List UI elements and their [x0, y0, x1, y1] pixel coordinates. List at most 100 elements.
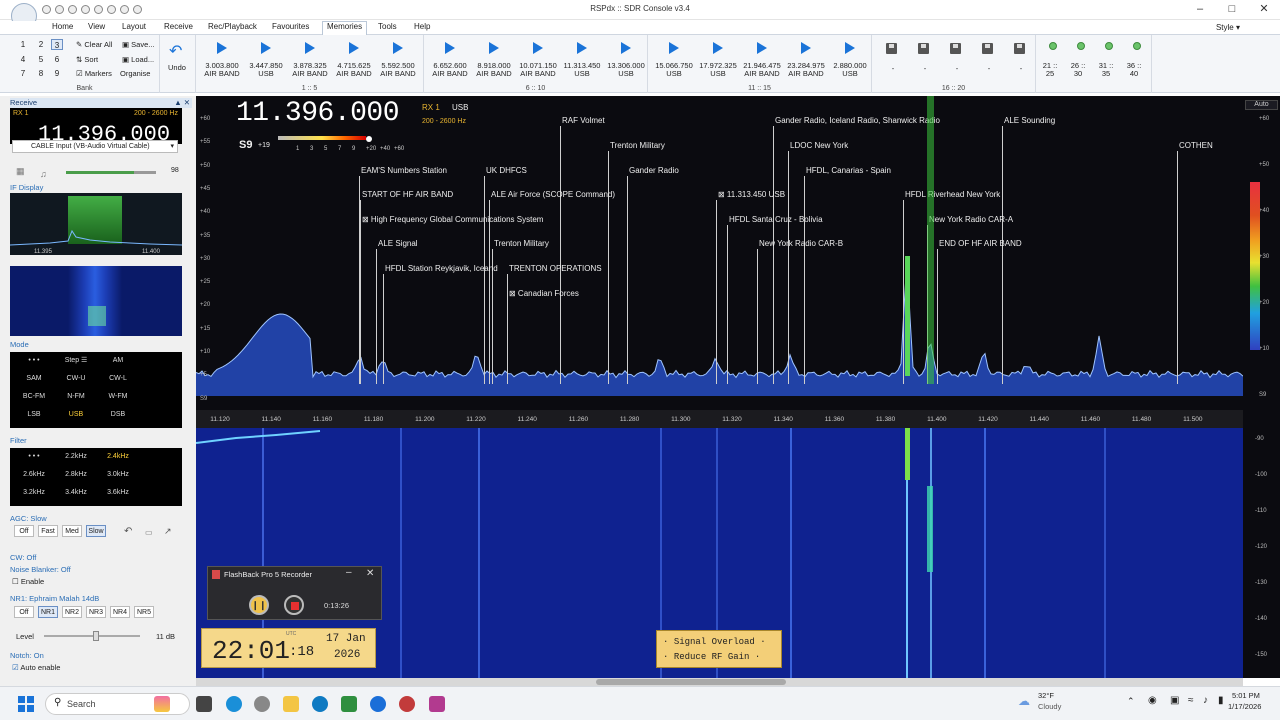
windows-start-icon[interactable]: [18, 696, 34, 712]
agc-button-med[interactable]: Med: [62, 525, 82, 537]
tray-app-icon[interactable]: ◉: [1148, 695, 1157, 706]
settings-gear-icon[interactable]: [254, 696, 270, 712]
mode-header[interactable]: Mode: [10, 340, 192, 350]
bank-5-button[interactable]: 5: [35, 54, 47, 65]
filter-header[interactable]: Filter: [10, 436, 192, 446]
memory-save-icon[interactable]: [918, 43, 929, 54]
frequency-marker-label[interactable]: New York Radio CAR-B: [759, 239, 843, 248]
edge-icon[interactable]: [226, 696, 242, 712]
frequency-marker-label[interactable]: New York Radio CAR-A: [929, 215, 1013, 224]
nr-button-nr1[interactable]: NR1: [38, 606, 58, 618]
organise-button[interactable]: Organise: [120, 69, 150, 78]
memory-play-icon[interactable]: [757, 42, 767, 54]
agc-chart-icon[interactable]: ↗: [164, 526, 172, 537]
edge-browser-icon[interactable]: [312, 696, 328, 712]
memory-slot[interactable]: 13.306.000 USB: [604, 62, 648, 78]
mode-button-dsb[interactable]: DSB: [98, 409, 138, 420]
memory-play-icon[interactable]: [801, 42, 811, 54]
memory-play-icon[interactable]: [713, 42, 723, 54]
memory-slot[interactable]: 2.880.000 USB: [828, 62, 872, 78]
agc-button-off[interactable]: Off: [14, 525, 34, 537]
volume-icon[interactable]: ♪: [1203, 695, 1208, 706]
minimize-button[interactable]: –: [1184, 0, 1216, 20]
if-display-header[interactable]: IF Display: [10, 183, 192, 193]
frequency-marker-label[interactable]: ⊠ High Frequency Global Communications S…: [362, 215, 543, 224]
tab-view[interactable]: View: [84, 22, 109, 31]
filter-button-3-0khz[interactable]: 3.0kHz: [98, 469, 138, 480]
nr-button-nr3[interactable]: NR3: [86, 606, 106, 618]
memory-slot[interactable]: 23.284.975 AIR BAND: [784, 62, 828, 78]
filter-button-3-2khz[interactable]: 3.2kHz: [14, 487, 54, 498]
filter-button-2-8khz[interactable]: 2.8kHz: [56, 469, 96, 480]
frequency-marker-label[interactable]: Gander Radio, Iceland Radio, Shanwick Ra…: [775, 116, 940, 125]
tray-time[interactable]: 5:01 PM: [1232, 691, 1260, 700]
frequency-marker-label[interactable]: COTHEN: [1179, 141, 1213, 150]
spectrum-display[interactable]: +60 +55 +50 +45 +40 +35 +30 +25 +20 +15 +10 +5 S9 11…: [196, 96, 1243, 410]
recorder-minimize-button[interactable]: –: [346, 567, 352, 578]
agc-header[interactable]: AGC: Slow: [10, 514, 192, 524]
bank-3-button[interactable]: 3: [51, 39, 63, 50]
memory-save-icon[interactable]: [950, 43, 961, 54]
nr-button-off[interactable]: Off: [14, 606, 34, 618]
mode-button-step-[interactable]: Step ☰: [56, 355, 96, 366]
filter-button-2-4khz[interactable]: 2.4kHz: [98, 451, 138, 462]
clear-all-button[interactable]: ✎ Clear All: [76, 40, 112, 49]
frequency-marker-label[interactable]: HFDL Santa Cruz - Bolivia: [729, 215, 823, 224]
nb-enable-checkbox[interactable]: ☐ Enable: [12, 577, 44, 586]
memory-slot[interactable]: 21.946.475 AIR BAND: [740, 62, 784, 78]
memory-play-icon[interactable]: [669, 42, 679, 54]
sdr-console-taskbar-icon[interactable]: [399, 696, 415, 712]
nr-level-slider[interactable]: [44, 631, 140, 641]
agc-undo-icon[interactable]: ↶: [124, 526, 132, 537]
signal-overload-warning[interactable]: · Signal Overload · · Reduce RF Gain ·: [656, 630, 782, 668]
memory-play-icon[interactable]: [393, 42, 403, 54]
style-dropdown[interactable]: Style ▾: [1216, 23, 1240, 32]
tray-display-icon[interactable]: ▣: [1170, 695, 1179, 706]
memory-slot[interactable]: 3.878.325 AIR BAND: [288, 62, 332, 78]
weather-condition[interactable]: Cloudy: [1038, 702, 1061, 711]
mode-button-usb[interactable]: USB: [56, 409, 96, 420]
mode-button--[interactable]: • • •: [14, 355, 54, 366]
agc-button-fast[interactable]: Fast: [38, 525, 58, 537]
frequency-marker-label[interactable]: ⊠ Canadian Forces: [509, 289, 579, 298]
recorder-stop-button[interactable]: [284, 595, 304, 615]
mode-button-n-fm[interactable]: N-FM: [56, 391, 96, 402]
file-explorer-icon[interactable]: [283, 696, 299, 712]
tab-rec-playback[interactable]: Rec/Playback: [204, 22, 261, 31]
filter-button-3-4khz[interactable]: 3.4kHz: [56, 487, 96, 498]
memory-save-icon[interactable]: [1014, 43, 1025, 54]
volume-slider[interactable]: [66, 171, 156, 174]
frequency-marker-label[interactable]: Gander Radio: [629, 166, 679, 175]
bank-7-button[interactable]: 7: [17, 68, 29, 79]
nr-button-nr5[interactable]: NR5: [134, 606, 154, 618]
memory-slot[interactable]: 11.313.450 USB: [560, 62, 604, 78]
tab-receive[interactable]: Receive: [160, 22, 197, 31]
frequency-marker-label[interactable]: ALE Sounding: [1004, 116, 1055, 125]
tab-memories[interactable]: Memories: [322, 21, 368, 35]
tray-chevron-icon[interactable]: ⌃: [1127, 696, 1135, 707]
close-button[interactable]: ✕: [1248, 0, 1280, 20]
cw-header[interactable]: CW: Off: [10, 553, 192, 563]
frequency-marker-label[interactable]: HFDL, Canarias - Spain: [806, 166, 891, 175]
recorder-close-button[interactable]: ✕: [366, 568, 374, 579]
frequency-marker-label[interactable]: Trenton Military: [494, 239, 549, 248]
filter-button--[interactable]: • • •: [14, 451, 54, 462]
memory-play-icon[interactable]: [217, 42, 227, 54]
bank-1-button[interactable]: 1: [17, 39, 29, 50]
memory-bank-dot-icon[interactable]: [1105, 42, 1113, 50]
memory-play-icon[interactable]: [349, 42, 359, 54]
noise-blanker-header[interactable]: Noise Blanker: Off: [10, 565, 192, 575]
nr-button-nr4[interactable]: NR4: [110, 606, 130, 618]
flashback-taskbar-icon[interactable]: [429, 696, 445, 712]
maximize-button[interactable]: □: [1216, 0, 1248, 20]
memory-save-icon[interactable]: [982, 43, 993, 54]
tab-home[interactable]: Home: [48, 22, 77, 31]
memory-slot[interactable]: 3.003.800 AIR BAND: [200, 62, 244, 78]
filter-button-3-6khz[interactable]: 3.6kHz: [98, 487, 138, 498]
mode-button-sam[interactable]: SAM: [14, 373, 54, 384]
frequency-marker-label[interactable]: LDOC New York: [790, 141, 848, 150]
nr-button-nr2[interactable]: NR2: [62, 606, 82, 618]
memory-bank-range-end[interactable]: 40: [1114, 70, 1154, 78]
memory-play-icon[interactable]: [621, 42, 631, 54]
memory-slot[interactable]: 6.652.600 AIR BAND: [428, 62, 472, 78]
